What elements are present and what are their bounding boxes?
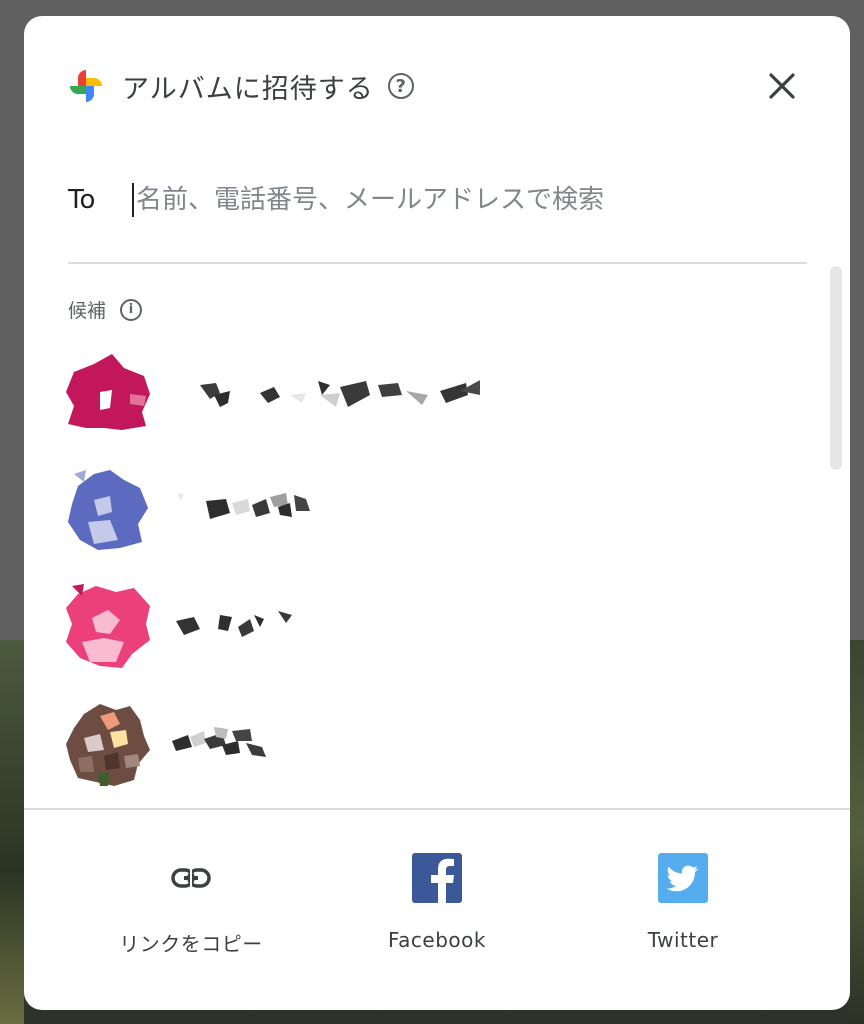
avatar — [68, 470, 148, 550]
suggestions-label: 候補 — [68, 300, 107, 322]
avatar — [66, 584, 150, 668]
contact-suggestion-item[interactable] — [64, 702, 804, 788]
close-button[interactable] — [762, 66, 802, 106]
background-photo-right — [848, 640, 864, 1024]
twitter-share-button[interactable]: Twitter — [583, 852, 783, 972]
divider — [24, 808, 850, 810]
avatar — [66, 354, 150, 430]
contact-name-redacted — [176, 611, 292, 637]
info-icon[interactable]: i — [120, 298, 143, 321]
to-label: To — [68, 185, 96, 215]
google-photos-logo-icon — [68, 68, 104, 104]
suggestions-heading: 候補 i — [68, 296, 143, 323]
contact-suggestion-item[interactable] — [64, 350, 804, 436]
help-circle-icon[interactable]: ? — [387, 73, 414, 99]
close-icon — [769, 73, 795, 99]
contact-suggestion-item[interactable] — [64, 584, 804, 670]
divider — [68, 262, 807, 264]
recipient-field-row: To — [68, 172, 808, 228]
invite-dialog: アルバムに招待する ? To 候補 i — [24, 16, 850, 1010]
twitter-icon — [657, 852, 709, 904]
recipient-search-input[interactable] — [134, 185, 756, 215]
twitter-label: Twitter — [647, 928, 719, 952]
link-icon — [165, 852, 217, 904]
contact-suggestion-item[interactable] — [64, 466, 804, 552]
background-photo-left — [0, 640, 24, 1024]
contact-name-redacted — [200, 380, 480, 407]
facebook-icon — [411, 852, 463, 904]
contact-name-redacted — [172, 727, 266, 757]
facebook-share-button[interactable]: Facebook — [337, 852, 537, 972]
copy-link-button[interactable]: リンクをコピー — [91, 852, 291, 972]
dialog-header: アルバムに招待する ? — [68, 64, 414, 108]
facebook-label: Facebook — [388, 928, 486, 952]
copy-link-label: リンクをコピー — [119, 932, 263, 956]
avatar — [66, 704, 150, 786]
dialog-title: アルバムに招待する — [122, 73, 374, 105]
contact-name-redacted — [178, 493, 310, 519]
suggestions-scrollbar[interactable] — [830, 266, 842, 470]
